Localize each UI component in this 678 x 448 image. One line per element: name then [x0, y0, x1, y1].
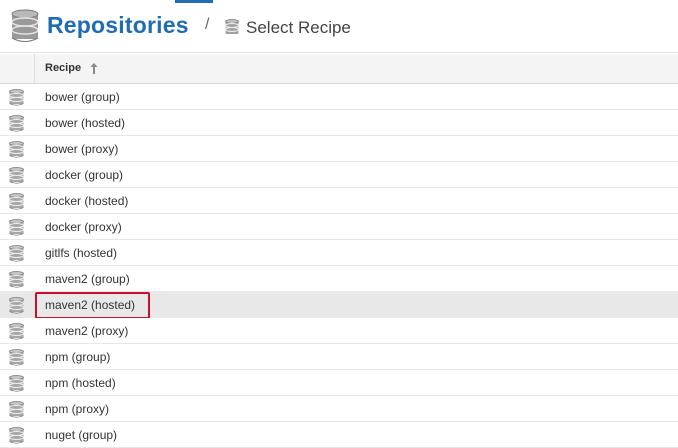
database-icon: [9, 193, 24, 210]
database-icon: [9, 427, 24, 444]
table-row[interactable]: docker (proxy): [0, 214, 678, 240]
recipe-label: docker (proxy): [45, 220, 122, 234]
table-row[interactable]: nuget (group): [0, 422, 678, 448]
database-icon: [9, 115, 24, 132]
icon-column-header: [0, 54, 35, 83]
table-body: bower (group) bower (hosted) bower (proxy)…: [0, 84, 678, 448]
recipe-label: docker (hosted): [45, 194, 129, 208]
breadcrumb-current: Select Recipe: [246, 18, 351, 37]
table-row[interactable]: npm (hosted): [0, 370, 678, 396]
database-icon: [9, 297, 24, 314]
database-icon: [9, 349, 24, 366]
table-row[interactable]: maven2 (proxy): [0, 318, 678, 344]
table-row[interactable]: bower (group): [0, 84, 678, 110]
database-icon: [9, 167, 24, 184]
recipe-label: docker (group): [45, 168, 124, 182]
database-icon: [225, 19, 239, 34]
recipe-label: bower (hosted): [45, 116, 126, 130]
recipe-label: npm (proxy): [45, 402, 110, 416]
recipe-label: bower (group): [45, 90, 120, 104]
database-icon: [9, 245, 24, 262]
database-icon: [9, 271, 24, 288]
table-row[interactable]: npm (group): [0, 344, 678, 370]
recipe-label: npm (hosted): [45, 376, 116, 390]
table-header: Recipe: [0, 54, 678, 84]
page-title[interactable]: Repositories: [47, 12, 189, 39]
database-icon: [9, 219, 24, 236]
database-icon: [9, 141, 24, 158]
recipe-label: npm (group): [45, 350, 111, 364]
database-icon: [11, 9, 39, 42]
table-row[interactable]: docker (hosted): [0, 188, 678, 214]
recipe-label: maven2 (group): [45, 272, 130, 286]
recipe-label: gitlfs (hosted): [45, 246, 118, 260]
recipe-label: bower (proxy): [45, 142, 119, 156]
recipe-label: maven2 (proxy): [45, 324, 129, 338]
table-row[interactable]: bower (hosted): [0, 110, 678, 136]
database-icon: [9, 89, 24, 106]
column-header-recipe[interactable]: Recipe: [45, 62, 81, 74]
database-icon: [9, 401, 24, 418]
database-icon: [9, 375, 24, 392]
page-header: Repositories / Select Recipe: [0, 0, 678, 53]
table-row[interactable]: docker (group): [0, 162, 678, 188]
recipe-table: Recipe bower (group) bower (hosted) bower …: [0, 54, 678, 448]
table-row[interactable]: npm (proxy): [0, 396, 678, 422]
breadcrumb-separator: /: [205, 16, 210, 33]
arrow-up-icon[interactable]: [89, 62, 99, 75]
database-icon: [9, 323, 24, 340]
table-row[interactable]: bower (proxy): [0, 136, 678, 162]
table-row[interactable]: maven2 (group): [0, 266, 678, 292]
recipe-label: maven2 (hosted): [45, 298, 136, 312]
table-row[interactable]: maven2 (hosted): [0, 292, 678, 319]
table-row[interactable]: gitlfs (hosted): [0, 240, 678, 266]
recipe-label: nuget (group): [45, 428, 118, 442]
top-nav-indicator: [175, 0, 213, 3]
